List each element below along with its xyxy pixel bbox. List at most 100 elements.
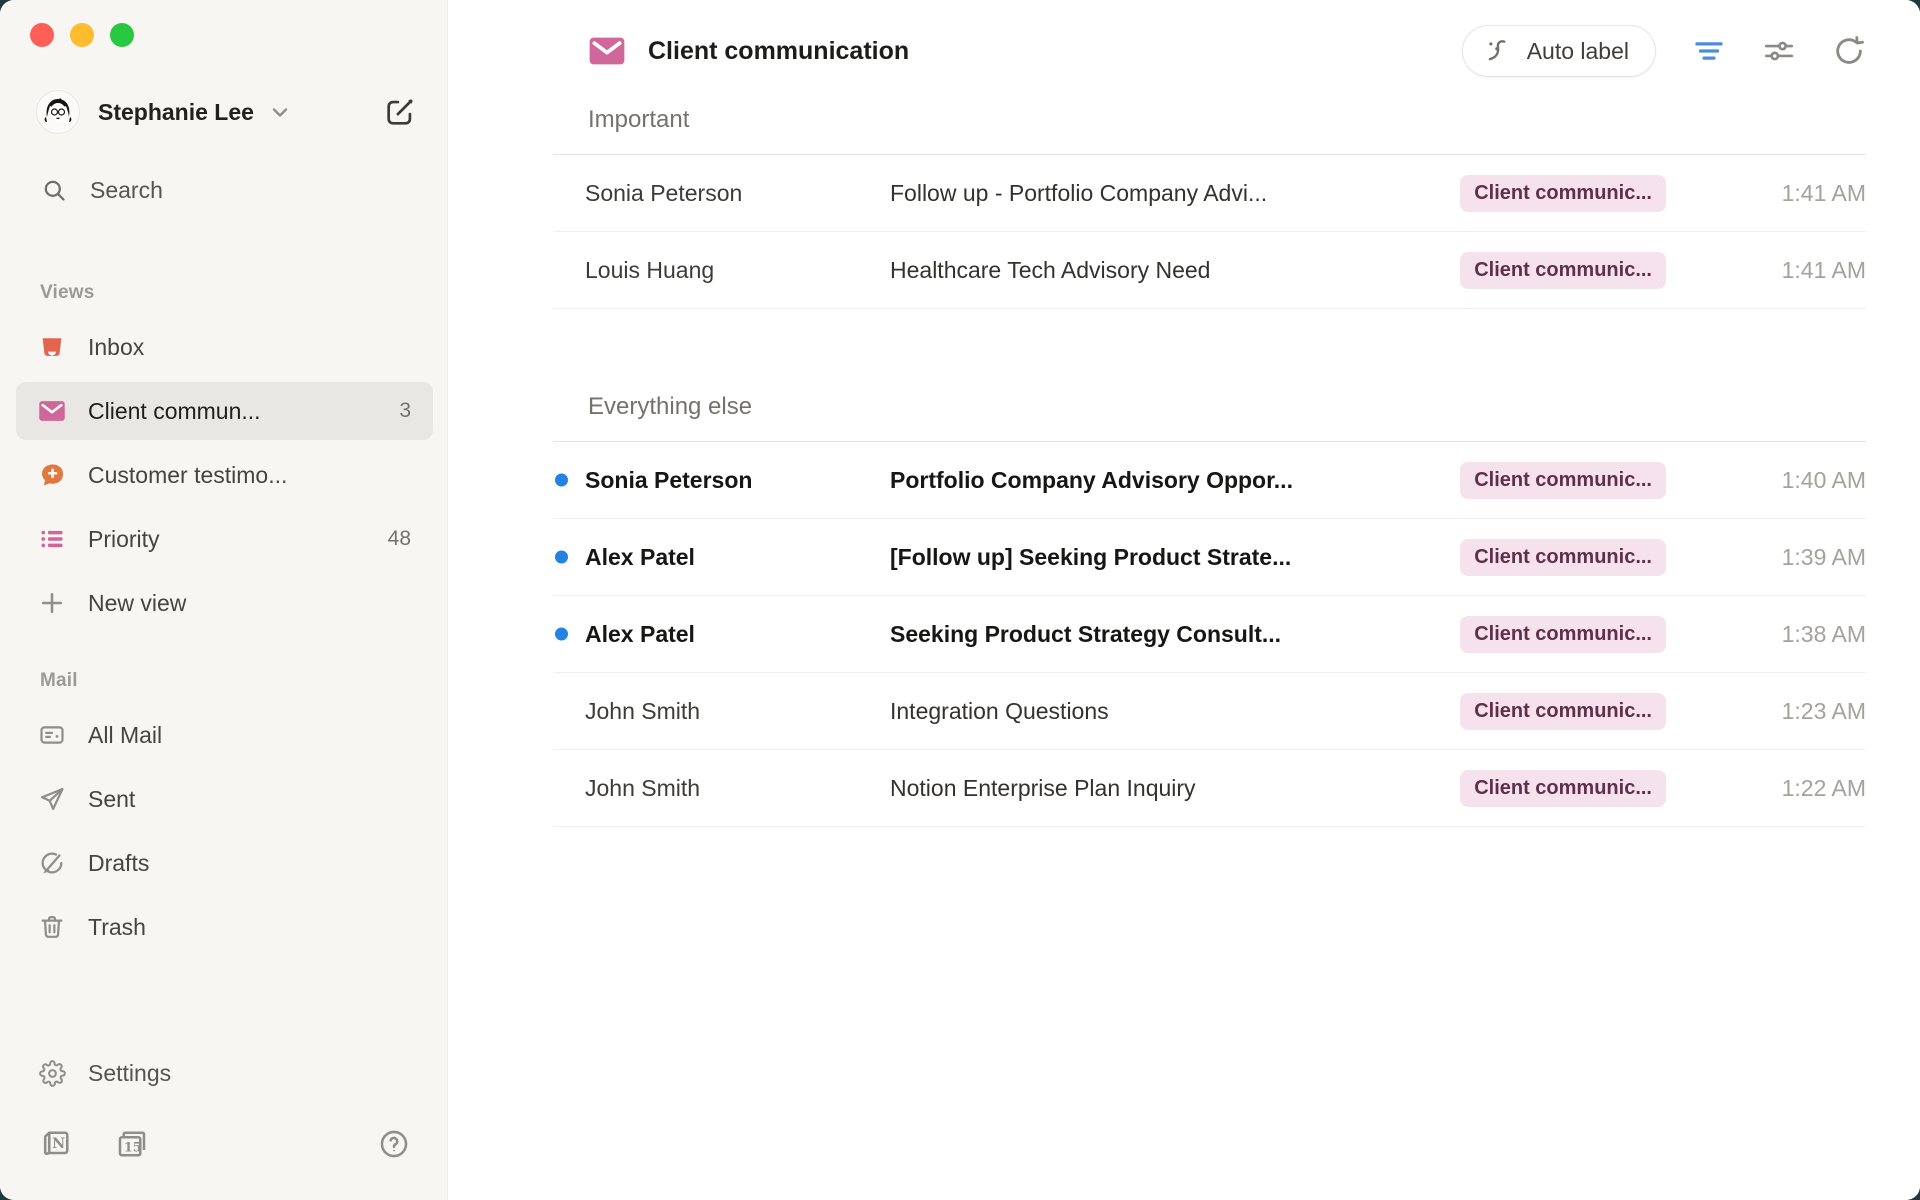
email-label-chip: Client communic... xyxy=(1460,539,1666,576)
sidebar-item-label: Priority xyxy=(88,526,376,553)
trash-icon xyxy=(38,913,66,941)
page-title: Client communication xyxy=(648,37,909,66)
compose-button[interactable] xyxy=(383,95,417,129)
sidebar-item-label: New view xyxy=(88,590,399,617)
email-time: 1:41 AM xyxy=(1666,257,1866,284)
email-row[interactable]: Alex Patel Seeking Product Strategy Cons… xyxy=(553,596,1866,673)
email-label-chip: Client communic... xyxy=(1460,770,1666,807)
email-time: 1:39 AM xyxy=(1666,544,1866,571)
calendar-app-icon[interactable]: 15 xyxy=(114,1126,150,1162)
zoom-window-button[interactable] xyxy=(110,23,134,47)
email-row[interactable]: Louis Huang Healthcare Tech Advisory Nee… xyxy=(553,232,1866,309)
email-row[interactable]: Alex Patel [Follow up] Seeking Product S… xyxy=(553,519,1866,596)
email-sender: Alex Patel xyxy=(585,544,890,571)
svg-text:N: N xyxy=(52,1136,65,1152)
search-button[interactable]: Search xyxy=(16,162,433,218)
sidebar-item-inbox[interactable]: Inbox xyxy=(16,318,433,376)
email-section: Important Sonia Peterson Follow up - Por… xyxy=(553,106,1866,309)
email-row[interactable]: Sonia Peterson Follow up - Portfolio Com… xyxy=(553,155,1866,232)
filter-icon[interactable] xyxy=(1692,34,1726,68)
email-label-chip: Client communic... xyxy=(1460,252,1666,289)
email-subject: Notion Enterprise Plan Inquiry xyxy=(890,775,1460,802)
unread-dot xyxy=(555,782,568,795)
account-switcher[interactable]: Stephanie Lee xyxy=(0,84,447,140)
sidebar-item-priority[interactable]: Priority 48 xyxy=(16,510,433,568)
sidebar-item-drafts[interactable]: Drafts xyxy=(16,834,433,892)
auto-label-icon xyxy=(1483,36,1513,66)
email-time: 1:38 AM xyxy=(1666,621,1866,648)
gear-icon xyxy=(38,1059,66,1087)
notion-app-icon[interactable]: N xyxy=(38,1126,74,1162)
sidebar-item-settings[interactable]: Settings xyxy=(16,1044,433,1102)
view-header: Client communication Auto label xyxy=(553,22,1866,80)
auto-label-text: Auto label xyxy=(1527,38,1629,65)
sidebar-section: Mail All Mail Sent Drafts Trash xyxy=(0,670,447,956)
main-content: Client communication Auto label xyxy=(448,0,1920,1200)
refresh-icon[interactable] xyxy=(1832,34,1866,68)
email-row[interactable]: Sonia Peterson Portfolio Company Advisor… xyxy=(553,442,1866,519)
unread-dot xyxy=(555,187,568,200)
unread-dot xyxy=(555,474,568,487)
sidebar-item-sent[interactable]: Sent xyxy=(16,770,433,828)
window-controls xyxy=(0,0,447,70)
email-time: 1:22 AM xyxy=(1666,775,1866,802)
email-subject: Portfolio Company Advisory Oppor... xyxy=(890,467,1460,494)
email-subject: Follow up - Portfolio Company Advi... xyxy=(890,180,1460,207)
unread-dot xyxy=(555,264,568,277)
email-sender: Louis Huang xyxy=(585,257,890,284)
sidebar-item-label: Client commun... xyxy=(88,398,387,425)
email-sender: John Smith xyxy=(585,775,890,802)
unread-dot xyxy=(555,628,568,641)
paper-plane-icon xyxy=(38,785,66,813)
sidebar-item-count: 3 xyxy=(399,399,411,423)
mail-outline-icon xyxy=(38,721,66,749)
app-window: Stephanie Lee Search Views Inbox xyxy=(0,0,1920,1200)
unread-dot xyxy=(555,705,568,718)
email-label-chip: Client communic... xyxy=(1460,175,1666,212)
display-settings-icon[interactable] xyxy=(1762,34,1796,68)
sidebar-item-customer-testimo[interactable]: Customer testimo... xyxy=(16,446,433,504)
minimize-window-button[interactable] xyxy=(70,23,94,47)
sidebar-item-all-mail[interactable]: All Mail xyxy=(16,706,433,764)
plus-icon xyxy=(38,589,66,617)
close-window-button[interactable] xyxy=(30,23,54,47)
envelope-icon xyxy=(38,397,66,425)
inbox-icon xyxy=(38,333,66,361)
sidebar-item-new-view[interactable]: New view xyxy=(16,574,433,632)
email-sender: John Smith xyxy=(585,698,890,725)
sidebar-section-label: Mail xyxy=(0,670,447,706)
email-time: 1:41 AM xyxy=(1666,180,1866,207)
email-sender: Alex Patel xyxy=(585,621,890,648)
email-section: Everything else Sonia Peterson Portfolio… xyxy=(553,393,1866,827)
sidebar-item-label: Trash xyxy=(88,914,399,941)
email-label-chip: Client communic... xyxy=(1460,462,1666,499)
chat-plus-icon xyxy=(38,461,66,489)
email-sender: Sonia Peterson xyxy=(585,467,890,494)
email-subject: Seeking Product Strategy Consult... xyxy=(890,621,1460,648)
sidebar-item-trash[interactable]: Trash xyxy=(16,898,433,956)
view-envelope-icon xyxy=(588,36,626,66)
email-sender: Sonia Peterson xyxy=(585,180,890,207)
email-time: 1:23 AM xyxy=(1666,698,1866,725)
email-subject: [Follow up] Seeking Product Strate... xyxy=(890,544,1460,571)
email-subject: Healthcare Tech Advisory Need xyxy=(890,257,1460,284)
account-name: Stephanie Lee xyxy=(98,99,254,126)
sidebar-item-count: 48 xyxy=(388,527,411,551)
sidebar-item-client-commun[interactable]: Client commun... 3 xyxy=(16,382,433,440)
unread-dot xyxy=(555,551,568,564)
list-icon xyxy=(38,525,66,553)
sidebar: Stephanie Lee Search Views Inbox xyxy=(0,0,448,1200)
auto-label-button[interactable]: Auto label xyxy=(1462,25,1656,77)
email-section-title: Important xyxy=(553,106,1866,134)
search-label: Search xyxy=(90,177,433,204)
email-row[interactable]: John Smith Integration Questions Client … xyxy=(553,673,1866,750)
email-list: Important Sonia Peterson Follow up - Por… xyxy=(553,80,1866,827)
email-label-chip: Client communic... xyxy=(1460,693,1666,730)
avatar xyxy=(36,90,80,134)
sidebar-section-label: Views xyxy=(0,282,447,318)
settings-label: Settings xyxy=(88,1060,411,1087)
email-section-title: Everything else xyxy=(553,393,1866,421)
email-row[interactable]: John Smith Notion Enterprise Plan Inquir… xyxy=(553,750,1866,827)
help-icon[interactable] xyxy=(377,1127,411,1161)
sidebar-item-label: Sent xyxy=(88,786,399,813)
